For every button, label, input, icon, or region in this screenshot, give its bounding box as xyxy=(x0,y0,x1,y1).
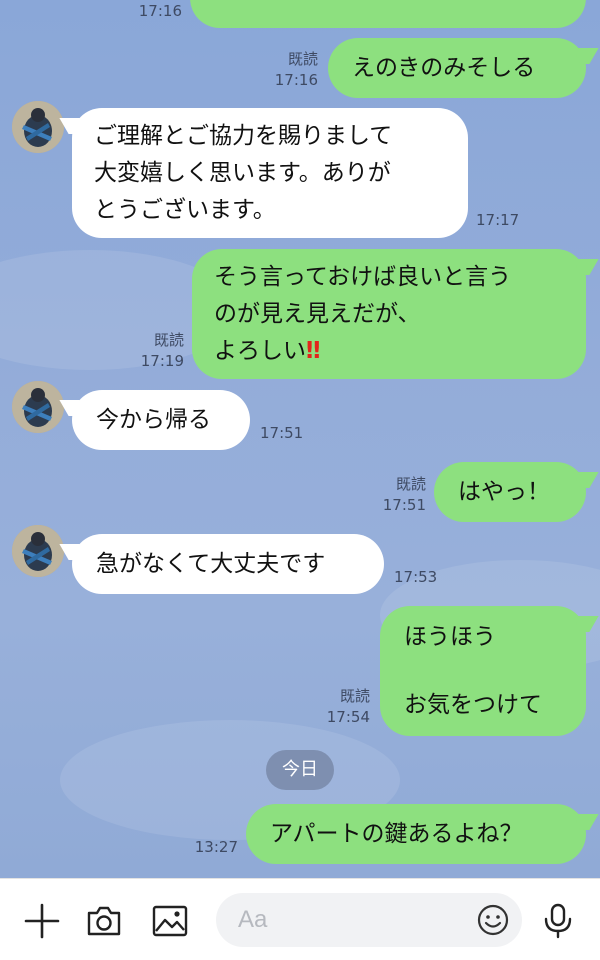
message-text: お気をつけて xyxy=(404,691,542,718)
message-input-bar xyxy=(0,878,600,960)
contact-avatar[interactable] xyxy=(12,525,64,577)
message-time: 17:16 xyxy=(274,71,318,89)
contact-avatar[interactable] xyxy=(12,101,64,153)
message-time: 13:27 xyxy=(194,838,238,856)
message-text: 今から帰る xyxy=(96,406,211,433)
message-time: 17:17 xyxy=(476,211,520,229)
message-bubble-outgoing[interactable]: そう言っておけば良いと言う のが見え見えだが、 よろしい‼ xyxy=(192,249,586,379)
image-icon[interactable] xyxy=(150,901,190,941)
message-time: 17:53 xyxy=(394,568,438,586)
read-receipt: 既読 xyxy=(339,687,370,705)
camera-icon[interactable] xyxy=(84,901,124,941)
message-bubble-incoming[interactable]: 急がなくて大丈夫です xyxy=(72,534,384,594)
avatar-image-icon xyxy=(12,101,64,153)
date-separator: 今日 xyxy=(266,750,334,790)
double-exclamation-emoji-icon: ‼ xyxy=(306,337,321,364)
contact-avatar[interactable] xyxy=(12,381,64,433)
message-time: 17:19 xyxy=(140,352,184,370)
message-bubble-incoming[interactable]: ご理解とご協力を賜りまして 大変嬉しく思います。ありが とうございます。 xyxy=(72,108,468,238)
avatar-image-icon xyxy=(12,381,64,433)
message-bubble-outgoing[interactable]: えのきのみそしる xyxy=(328,38,586,98)
avatar-image-icon xyxy=(12,525,64,577)
message-text: えのきのみそしる xyxy=(352,54,536,81)
message-time: 17:51 xyxy=(382,496,426,514)
message-time: 17:54 xyxy=(326,708,370,726)
read-receipt: 既読 xyxy=(287,50,318,68)
message-text: よろしい xyxy=(214,337,306,364)
message-bubble-outgoing[interactable]: アパートの鍵あるよね？ xyxy=(246,804,586,864)
message-text: ご理解とご協力を賜りまして 大変嬉しく思います。ありが とうございます。 xyxy=(94,122,393,223)
message-text: はやっ！ xyxy=(458,478,550,505)
message-time: 17:51 xyxy=(260,424,304,442)
message-text: 急がなくて大丈夫です xyxy=(96,550,326,577)
chat-area[interactable]: 17:16 既読 17:16 えのきのみそしる ご理解とご協力を賜りまして 大変… xyxy=(0,0,600,878)
message-time: 17:16 xyxy=(138,2,182,20)
message-bubble-incoming[interactable]: 今から帰る xyxy=(72,390,250,450)
message-text: そう言っておけば良いと言う xyxy=(214,263,512,290)
message-input[interactable] xyxy=(216,893,522,947)
message-bubble-outgoing[interactable]: はやっ！ xyxy=(434,462,586,522)
emoji-icon[interactable] xyxy=(476,903,510,937)
read-receipt: 既読 xyxy=(153,331,184,349)
message-text: アパートの鍵あるよね？ xyxy=(270,820,523,847)
microphone-icon[interactable] xyxy=(538,901,578,941)
plus-icon[interactable] xyxy=(22,901,62,941)
message-text: ほうほう xyxy=(404,623,496,650)
read-receipt: 既読 xyxy=(395,475,426,493)
message-bubble-outgoing[interactable]: ほうほう お気をつけて xyxy=(380,606,586,736)
message-text: のが見え見えだが、 xyxy=(214,300,421,327)
message-text-field[interactable] xyxy=(238,903,478,937)
message-bubble-outgoing[interactable] xyxy=(190,0,586,28)
